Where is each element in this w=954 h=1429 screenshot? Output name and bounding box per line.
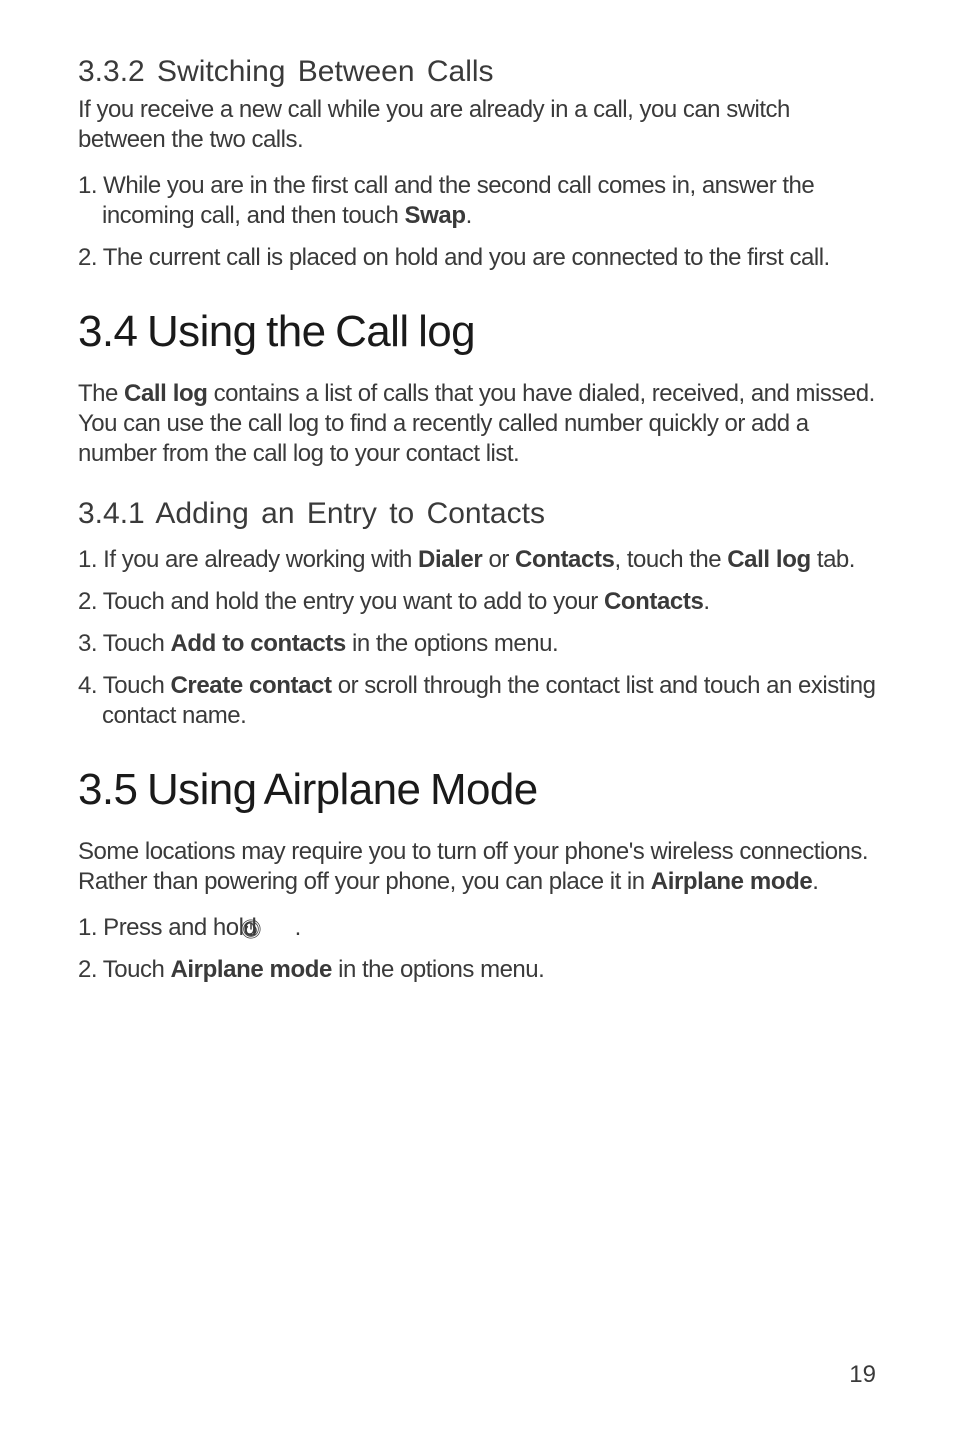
text: 1. Press and hold — [78, 914, 262, 941]
bold-call-log: Call log — [727, 546, 810, 573]
bold-create-contact: Create contact — [170, 672, 331, 699]
text: 2. Touch and hold the entry you want to … — [78, 588, 604, 615]
power-icon — [264, 918, 286, 940]
heading-3-5: 3.5 Using Airplane Mode — [78, 765, 876, 815]
intro-3-4: The Call log contains a list of calls th… — [78, 379, 876, 469]
heading-3-4: 3.4 Using the Call log — [78, 307, 876, 357]
text: 4. Touch — [78, 672, 170, 699]
text: in the options menu. — [346, 630, 558, 657]
text: in the options menu. — [332, 956, 544, 983]
text: The — [78, 380, 124, 407]
text: , touch the — [615, 546, 728, 573]
text: tab. — [811, 546, 855, 573]
intro-3-5: Some locations may require you to turn o… — [78, 837, 876, 897]
list-3-5: 1. Press and hold . 2. Touch Airplane mo… — [78, 913, 876, 985]
text: . — [288, 914, 300, 941]
bold-swap: Swap — [405, 202, 466, 229]
list-item: 1. If you are already working with Diale… — [78, 545, 876, 575]
heading-3-3-2: 3.3.2 Switching Between Calls — [78, 55, 876, 89]
bold-dialer: Dialer — [418, 546, 482, 573]
bold-airplane-mode: Airplane mode — [170, 956, 332, 983]
list-item: 1. Press and hold . — [78, 913, 876, 943]
list-item: 2. The current call is placed on hold an… — [78, 243, 876, 273]
page-number: 19 — [849, 1361, 876, 1389]
text: 2. Touch — [78, 956, 170, 983]
bold-contacts: Contacts — [604, 588, 703, 615]
list-item: 4. Touch Create contact or scroll throug… — [78, 671, 876, 731]
bold-airplane-mode: Airplane mode — [651, 868, 813, 895]
list-item: 1. While you are in the first call and t… — [78, 171, 876, 231]
text: 1. If you are already working with — [78, 546, 418, 573]
list-item: 2. Touch and hold the entry you want to … — [78, 587, 876, 617]
list-item: 2. Touch Airplane mode in the options me… — [78, 955, 876, 985]
list-item: 3. Touch Add to contacts in the options … — [78, 629, 876, 659]
bold-call-log: Call log — [124, 380, 207, 407]
intro-3-3-2: If you receive a new call while you are … — [78, 95, 876, 155]
bold-add-to-contacts: Add to contacts — [170, 630, 345, 657]
text: . — [466, 202, 472, 229]
text: . — [812, 868, 818, 895]
list-3-3-2: 1. While you are in the first call and t… — [78, 171, 876, 273]
bold-contacts: Contacts — [515, 546, 614, 573]
heading-3-4-1: 3.4.1 Adding an Entry to Contacts — [78, 497, 876, 531]
text: 3. Touch — [78, 630, 170, 657]
list-3-4-1: 1. If you are already working with Diale… — [78, 545, 876, 731]
text: . — [703, 588, 709, 615]
text: or — [482, 546, 515, 573]
